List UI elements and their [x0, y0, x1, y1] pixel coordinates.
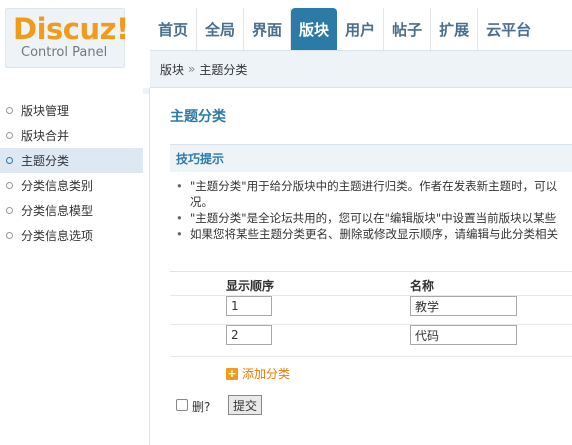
- sidebar-item-label: 版块管理: [21, 104, 70, 118]
- plus-icon: +: [226, 366, 238, 380]
- sidebar-item-thread-types[interactable]: 主题分类: [0, 148, 143, 173]
- table-row: [170, 295, 572, 324]
- sidebar-item-forum-manage[interactable]: 版块管理: [0, 98, 143, 123]
- circle-icon: [6, 182, 13, 189]
- logo-title: Discuz!: [13, 12, 129, 46]
- add-category-label: 添加分类: [242, 367, 291, 381]
- breadcrumb-parent[interactable]: 版块: [160, 61, 184, 78]
- nav-item-cloud[interactable]: 云平台: [478, 8, 539, 50]
- submit-button[interactable]: 提交: [228, 395, 263, 415]
- submit-row: 删? 提交: [170, 390, 572, 430]
- add-category-link[interactable]: + 添加分类: [226, 365, 290, 382]
- breadcrumb-separator: »: [188, 62, 196, 76]
- tip-item: "主题分类"是全论坛共用的，您可以在"编辑版块"中设置当前版块以某些: [174, 210, 572, 226]
- column-header-order: 显示顺序: [226, 279, 275, 293]
- tips-list: "主题分类"用于给分版块中的主题进行归类。作者在发表新主题时，可以 况。 "主题…: [174, 178, 572, 242]
- table-header: 显示顺序 名称: [170, 271, 572, 293]
- delete-label: 删?: [192, 400, 211, 414]
- tip-item: 如果您将某些主题分类更名、删除或修改显示顺序，请编辑与此分类相关: [174, 226, 572, 242]
- add-row: + 添加分类: [170, 356, 572, 388]
- sidebar-item-sort-types[interactable]: 分类信息类别: [0, 173, 143, 198]
- nav-item-user[interactable]: 用户: [337, 8, 385, 50]
- nav-item-plugins[interactable]: 扩展: [431, 8, 479, 50]
- nav-item-home[interactable]: 首页: [150, 8, 198, 50]
- main-content: 主题分类 技巧提示 "主题分类"用于给分版块中的主题进行归类。作者在发表新主题时…: [150, 88, 572, 445]
- order-input[interactable]: [226, 325, 272, 345]
- sidebar-item-sort-models[interactable]: 分类信息模型: [0, 198, 143, 223]
- sidebar-item-sort-options[interactable]: 分类信息选项: [0, 223, 143, 248]
- delete-checkbox[interactable]: [176, 399, 188, 411]
- table-row: [170, 324, 572, 353]
- sidebar-item-label: 分类信息选项: [21, 229, 94, 243]
- tip-item-continued: 况。: [190, 195, 213, 209]
- page-title: 主题分类: [170, 109, 226, 125]
- circle-icon: [6, 232, 13, 239]
- circle-icon: [6, 107, 13, 114]
- sidebar-item-forum-merge[interactable]: 版块合并: [0, 123, 143, 148]
- tip-item: "主题分类"用于给分版块中的主题进行归类。作者在发表新主题时，可以: [174, 178, 572, 194]
- logo-subtitle: Control Panel: [21, 45, 108, 60]
- order-input[interactable]: [226, 296, 272, 316]
- nav-item-style[interactable]: 界面: [244, 8, 292, 50]
- nav-item-global[interactable]: 全局: [197, 8, 245, 50]
- sidebar: 版块管理 版块合并 主题分类 分类信息类别 分类信息模型 分类信息选项: [0, 88, 143, 445]
- nav-item-threads[interactable]: 帖子: [384, 8, 432, 50]
- sidebar-item-label: 版块合并: [21, 129, 70, 143]
- name-input[interactable]: [410, 296, 517, 316]
- circle-icon: [6, 157, 13, 164]
- name-input[interactable]: [410, 325, 517, 345]
- circle-icon: [6, 132, 13, 139]
- sidebar-item-label: 分类信息模型: [21, 204, 94, 218]
- nav-item-forum[interactable]: 版块: [291, 8, 338, 50]
- sidebar-item-label: 分类信息类别: [21, 179, 94, 193]
- sidebar-item-label: 主题分类: [21, 154, 70, 168]
- top-nav: 首页 全局 界面 版块 用户 帖子 扩展 云平台: [150, 8, 539, 50]
- breadcrumb: 版块 » 主题分类: [150, 50, 572, 88]
- breadcrumb-current: 主题分类: [199, 62, 248, 77]
- circle-icon: [6, 207, 13, 214]
- tips-heading: 技巧提示: [170, 144, 572, 172]
- column-header-name: 名称: [410, 279, 435, 293]
- logo[interactable]: Discuz! Control Panel: [5, 8, 129, 68]
